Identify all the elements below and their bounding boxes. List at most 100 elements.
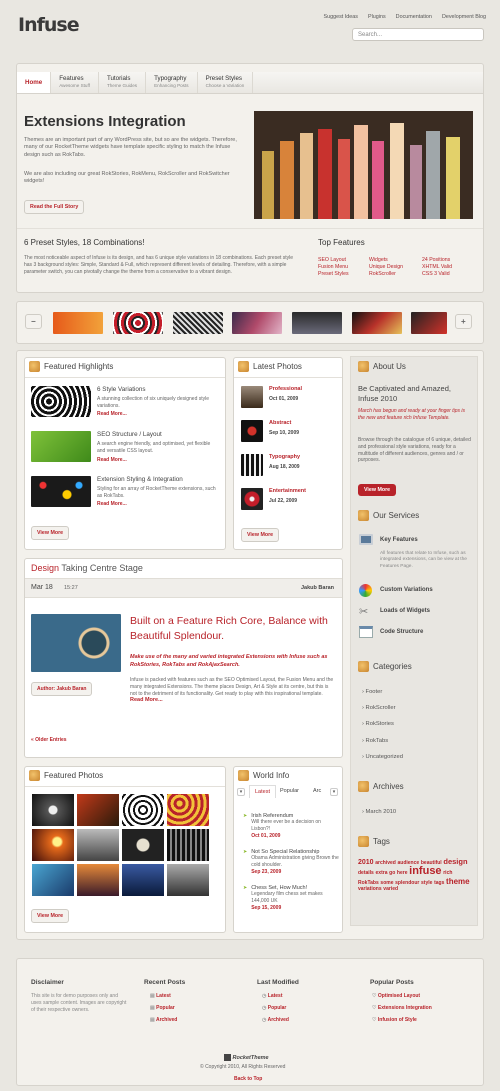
post-image[interactable] [31,614,121,672]
photo-tile[interactable] [167,864,209,896]
feature-link[interactable]: RokScroller [369,271,422,277]
top-link[interactable]: Development Blog [442,14,486,20]
category-link[interactable]: › Footer [362,689,382,695]
post-title[interactable]: Built on a Feature Rich Core, Balance wi… [130,614,335,643]
service-title[interactable]: Loads of Widgets [380,608,430,614]
service-title[interactable]: Code Structure [380,629,423,635]
tag-link[interactable]: some [380,880,393,886]
read-more-link[interactable]: Read More... [130,697,163,703]
feature-link[interactable]: Preset Styles [318,271,369,277]
scroller-thumb[interactable] [352,312,402,334]
archive-link[interactable]: › March 2010 [362,809,396,815]
top-link[interactable]: Plugins [368,14,386,20]
feature-link[interactable]: 24 Positions [422,257,472,263]
photo-title[interactable]: Entertainment [269,488,306,494]
photo-thumb[interactable] [241,454,263,476]
category-link[interactable]: › Uncategorized [362,754,403,760]
tag-link[interactable]: details [358,870,374,876]
photo-title[interactable]: Abstract [269,420,291,426]
photo-thumb[interactable] [241,488,263,510]
category-link[interactable]: › RokScroller [362,705,396,711]
tab-archive[interactable]: Arc [313,788,321,794]
tag-link[interactable]: archived [375,860,396,866]
top-link[interactable]: Suggest Ideas [324,14,358,20]
photo-tile[interactable] [167,794,209,826]
photo-thumb[interactable] [241,386,263,408]
footer-link[interactable]: ♡ Optimised Layout [372,993,420,999]
scroller-thumb[interactable] [173,312,223,334]
tag-link[interactable]: theme [446,877,470,886]
tag-link[interactable]: varied [383,886,398,892]
nav-typography[interactable]: Typography Enhancing Posts [146,72,198,93]
tab-popular[interactable]: Popular [280,788,299,794]
read-more-link[interactable]: Read More... [97,501,127,507]
read-more-link[interactable]: Read More... [97,411,127,417]
scroller-thumb[interactable] [292,312,342,334]
feature-link[interactable]: Widgets [369,257,422,263]
tag-link[interactable]: splendour [395,880,419,886]
read-full-story-button[interactable]: Read the Full Story [24,200,85,214]
highlight-title[interactable]: 6 Style Variations [97,386,146,393]
nav-features[interactable]: Features Awesome Stuff [51,72,99,93]
photo-tile[interactable] [32,794,74,826]
tab-next-icon[interactable]: ▾ [330,788,338,796]
tag-link[interactable]: here [397,870,408,876]
highlight-title[interactable]: Extension Styling & Integration [97,476,183,483]
photo-tile[interactable] [122,794,164,826]
photo-tile[interactable] [77,794,119,826]
category-link[interactable]: › RokStories [362,721,394,727]
highlight-image[interactable] [31,386,91,417]
photo-tile[interactable] [122,829,164,861]
view-more-button[interactable]: View More [31,909,70,923]
footer-link[interactable]: ◷ Latest [262,993,283,999]
service-title[interactable]: Custom Variations [380,587,433,593]
category-link[interactable]: › RokTabs [362,738,388,744]
tag-link[interactable]: go [389,870,395,876]
site-logo[interactable]: Infuse [18,14,80,36]
tag-link[interactable]: rich [443,870,452,876]
back-to-top-link[interactable]: Back to Top [234,1076,262,1082]
feature-link[interactable]: SEO Layout [318,257,369,263]
scroller-thumb[interactable] [411,312,447,334]
scroller-thumb[interactable] [53,312,103,334]
photo-tile[interactable] [32,864,74,896]
view-more-button[interactable]: View More [241,528,280,542]
about-view-more-button[interactable]: View More [358,484,397,496]
scroller-next-button[interactable]: + [455,314,472,329]
read-more-link[interactable]: Read More... [97,457,127,463]
tag-link[interactable]: extra [376,870,388,876]
photo-tile[interactable] [167,829,209,861]
footer-link[interactable]: ◷ Popular [262,1005,286,1011]
photo-title[interactable]: Professional [269,386,302,392]
highlight-title[interactable]: SEO Structure / Layout [97,431,162,438]
top-link[interactable]: Documentation [396,14,432,20]
nav-home[interactable]: Home [17,72,52,93]
footer-link[interactable]: ◷ Archived [262,1017,289,1023]
feature-link[interactable]: CSS 3 Valid [422,271,472,277]
feature-link[interactable]: Unique Design [369,264,422,270]
service-title[interactable]: Key Features [380,537,418,543]
older-entries-link[interactable]: « Older Entries [31,737,67,743]
nav-tutorials[interactable]: Tutorials Theme Guides [99,72,147,93]
tag-link[interactable]: design [443,857,467,866]
tab-prev-icon[interactable]: ▾ [237,788,245,796]
scroller-prev-button[interactable]: − [25,314,42,329]
photo-tile[interactable] [32,829,74,861]
photo-tile[interactable] [77,864,119,896]
feature-link[interactable]: Fusion Menu [318,264,369,270]
highlight-image[interactable] [31,476,91,507]
scroller-thumb[interactable] [113,312,163,334]
scroller-thumb[interactable] [232,312,282,334]
footer-link[interactable]: ▤ Archived [150,1017,177,1023]
tag-link[interactable]: tags [434,880,444,886]
nav-preset-styles[interactable]: Preset Styles Choose a Variation [198,72,254,93]
tag-link[interactable]: 2010 [358,859,374,866]
tag-link[interactable]: RokTabs [358,880,379,886]
tag-link[interactable]: infuse [409,865,441,878]
footer-link[interactable]: ♡ Infusion of Style [372,1017,417,1023]
photo-tile[interactable] [122,864,164,896]
tag-link[interactable]: style [421,880,432,886]
highlight-image[interactable] [31,431,91,462]
footer-link[interactable]: ▤ Popular [150,1005,175,1011]
tab-latest[interactable]: Latest [249,785,276,798]
